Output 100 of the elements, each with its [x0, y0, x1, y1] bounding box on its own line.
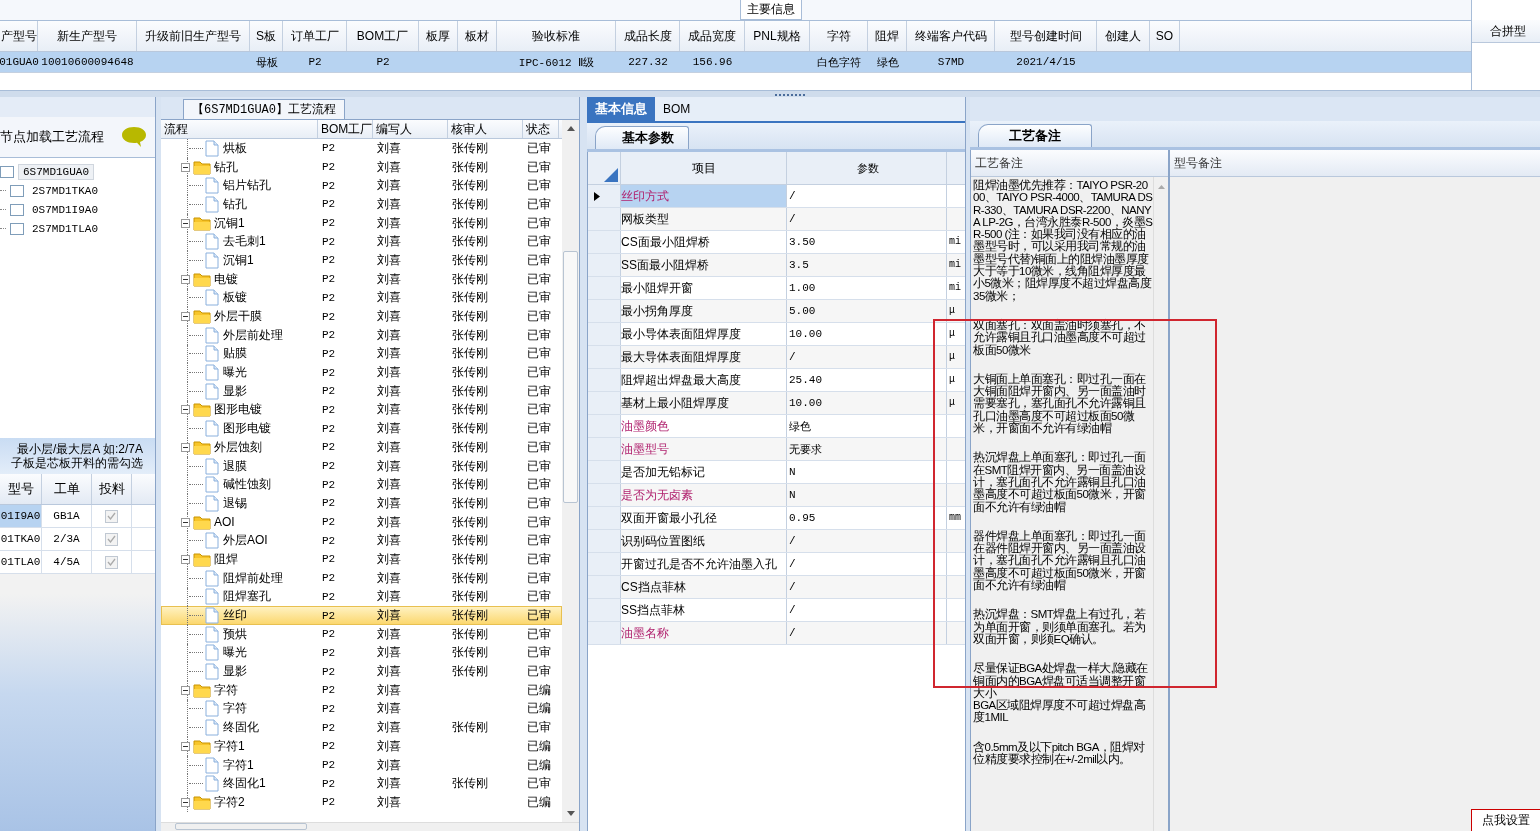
table-row[interactable]: 外层前处理 P2 刘喜 张传刚 已审	[161, 325, 562, 345]
column-header[interactable]: 参数	[787, 152, 947, 184]
column-header[interactable]: 板厚	[419, 21, 458, 51]
table-row[interactable]: 01GUA0 10010600094648 母板 P2 P2 IPC-6012 Ⅱ级 227.32 156.96 白色字符 绿色 S7MD 2021/4/15	[0, 52, 1471, 73]
settings-button[interactable]: 点我设置	[1471, 809, 1540, 831]
table-row[interactable]: 丝印 P2 刘喜 张传刚 已审	[161, 606, 562, 625]
table-row[interactable]: 字符 P2 刘喜 已编	[161, 680, 562, 700]
tab[interactable]: BOM	[655, 97, 699, 121]
column-header[interactable]: 项目	[621, 152, 787, 184]
table-row[interactable]: 01TLA0 4/5A	[0, 551, 155, 574]
checkbox[interactable]	[0, 165, 14, 178]
table-row[interactable]: 退膜 P2 刘喜 张传刚 已审	[161, 456, 562, 476]
table-row[interactable]: 退锡 P2 刘喜 张传刚 已审	[161, 494, 562, 513]
table-row[interactable]: 外层蚀刻 P2 刘喜 张传刚 已审	[161, 438, 562, 457]
checkbox[interactable]	[10, 203, 24, 216]
table-row[interactable]: 曝光 P2 刘喜 张传刚 已审	[161, 643, 562, 663]
table-row[interactable]: 板镀 P2 刘喜 张传刚 已审	[161, 288, 562, 308]
collapse-icon[interactable]	[181, 312, 190, 322]
tree-item[interactable]: 6S7MD1GUA0	[18, 163, 94, 180]
table-row[interactable]: 是否为无卤素 N	[588, 484, 965, 507]
table-row[interactable]: 外层AOI P2 刘喜 张传刚 已审	[161, 531, 562, 551]
table-row[interactable]: 钻孔 P2 刘喜 张传刚 已审	[161, 195, 562, 214]
table-row[interactable]: SS面最小阻焊桥 3.5 mi	[588, 254, 965, 277]
table-row[interactable]: 丝印方式 /	[588, 185, 965, 208]
column-header[interactable]: 投料	[92, 474, 132, 504]
table-row[interactable]: 终固化 P2 刘喜 张传刚 已审	[161, 718, 562, 737]
table-row[interactable]: 01I9A0 GB1A	[0, 505, 155, 528]
table-row[interactable]: 电镀 P2 刘喜 张传刚 已审	[161, 269, 562, 289]
checkbox[interactable]	[10, 222, 24, 235]
column-header[interactable]: 型号备注	[1170, 150, 1540, 177]
column-header[interactable]: 板材	[458, 21, 497, 51]
checkbox[interactable]	[105, 555, 118, 569]
table-row[interactable]: 基材上最小阻焊厚度 10.00 μ	[588, 392, 965, 415]
column-header[interactable]: 编写人	[373, 120, 448, 138]
table-row[interactable]: 显影 P2 刘喜 张传刚 已审	[161, 381, 562, 401]
table-row[interactable]: 预烘 P2 刘喜 张传刚 已审	[161, 624, 562, 644]
table-row[interactable]: 铝片钻孔 P2 刘喜 张传刚 已审	[161, 176, 562, 196]
table-row[interactable]: 字符1 P2 刘喜 已编	[161, 737, 562, 756]
table-row[interactable]: 烘板 P2 刘喜 张传刚 已审	[161, 139, 562, 158]
table-row[interactable]: 外层干膜 P2 刘喜 张传刚 已审	[161, 307, 562, 326]
collapse-icon[interactable]	[181, 405, 190, 415]
table-row[interactable]: CS挡点菲林 /	[588, 576, 965, 599]
table-row[interactable]: 字符2 P2 刘喜 已编	[161, 793, 562, 812]
table-row[interactable]: AOI P2 刘喜 张传刚 已审	[161, 512, 562, 532]
table-row[interactable]: 显影 P2 刘喜 张传刚 已审	[161, 662, 562, 681]
column-header[interactable]: 阻焊	[868, 21, 907, 51]
table-row[interactable]: 字符1 P2 刘喜 已编	[161, 755, 562, 775]
panel-tab[interactable]: 工艺备注	[978, 124, 1092, 147]
column-header[interactable]: 状态	[523, 120, 559, 138]
tree-item[interactable]: 2S7MD1TKA0	[28, 183, 102, 198]
table-row[interactable]: 钻孔 P2 刘喜 张传刚 已审	[161, 157, 562, 177]
table-row[interactable]: 沉铜1 P2 刘喜 张传刚 已审	[161, 213, 562, 233]
collapse-icon[interactable]	[181, 741, 190, 751]
column-header[interactable]: 型号	[0, 474, 42, 504]
column-header[interactable]: 终端客户代码	[907, 21, 995, 51]
column-header[interactable]: S板	[250, 21, 283, 51]
column-header[interactable]: 成品宽度	[680, 21, 745, 51]
checkbox[interactable]	[105, 509, 118, 523]
column-header[interactable]: 成品长度	[616, 21, 680, 51]
table-row[interactable]: 图形电镀 P2 刘喜 张传刚 已审	[161, 419, 562, 438]
column-header[interactable]: 升级前旧生产型号	[137, 21, 250, 51]
table-row[interactable]: 最大导体表面阻焊厚度 / μ	[588, 346, 965, 369]
column-header[interactable]: 字符	[810, 21, 868, 51]
tab[interactable]: 基本信息	[587, 97, 655, 121]
collapse-icon[interactable]	[181, 797, 190, 807]
panel-tab[interactable]: 【6S7MD1GUA0】工艺流程	[183, 99, 345, 119]
column-header[interactable]: BOM工厂	[318, 120, 373, 138]
column-header[interactable]: 新生产型号	[38, 21, 137, 51]
table-row[interactable]: 01TKA0 2/3A	[0, 528, 155, 551]
table-row[interactable]: 网板类型 /	[588, 208, 965, 231]
table-row[interactable]: 阻焊 P2 刘喜 张传刚 已审	[161, 550, 562, 569]
collapse-icon[interactable]	[181, 218, 190, 228]
table-row[interactable]: 碱性蚀刻 P2 刘喜 张传刚 已审	[161, 475, 562, 495]
column-header[interactable]: 工单	[42, 474, 92, 504]
column-header[interactable]: 订单工厂	[283, 21, 347, 51]
table-row[interactable]: 阻焊前处理 P2 刘喜 张传刚 已审	[161, 568, 562, 588]
collapse-icon[interactable]	[181, 554, 190, 564]
column-header[interactable]: 产型号	[0, 21, 38, 51]
column-header[interactable]: 合拼型	[1472, 20, 1540, 43]
column-header[interactable]: 流程	[161, 120, 318, 138]
tree-item[interactable]: 0S7MD1I9A0	[28, 202, 102, 217]
column-header[interactable]: 创建人	[1097, 21, 1150, 51]
table-row[interactable]: 去毛刺1 P2 刘喜 张传刚 已审	[161, 232, 562, 252]
collapse-icon[interactable]	[181, 162, 190, 172]
table-row[interactable]: 图形电镀 P2 刘喜 张传刚 已审	[161, 400, 562, 420]
column-header[interactable]: SO	[1150, 21, 1180, 51]
checkbox[interactable]	[105, 532, 118, 546]
column-header[interactable]: 型号创建时间	[995, 21, 1097, 51]
column-header[interactable]: 工艺备注	[971, 150, 1168, 177]
column-header[interactable]: 验收标准	[497, 21, 616, 51]
table-row[interactable]: 油墨型号 无要求	[588, 438, 965, 461]
column-header[interactable]: PNL规格	[745, 21, 810, 51]
scroll-up-icon[interactable]	[566, 126, 575, 131]
table-row[interactable]: 贴膜 P2 刘喜 张传刚 已审	[161, 344, 562, 364]
table-row[interactable]: 油墨名称 /	[588, 622, 965, 645]
column-header[interactable]: 核审人	[448, 120, 523, 138]
collapse-icon[interactable]	[181, 442, 190, 452]
collapse-icon[interactable]	[181, 517, 190, 527]
table-row[interactable]: 沉铜1 P2 刘喜 张传刚 已审	[161, 251, 562, 270]
collapse-icon[interactable]	[181, 274, 190, 284]
